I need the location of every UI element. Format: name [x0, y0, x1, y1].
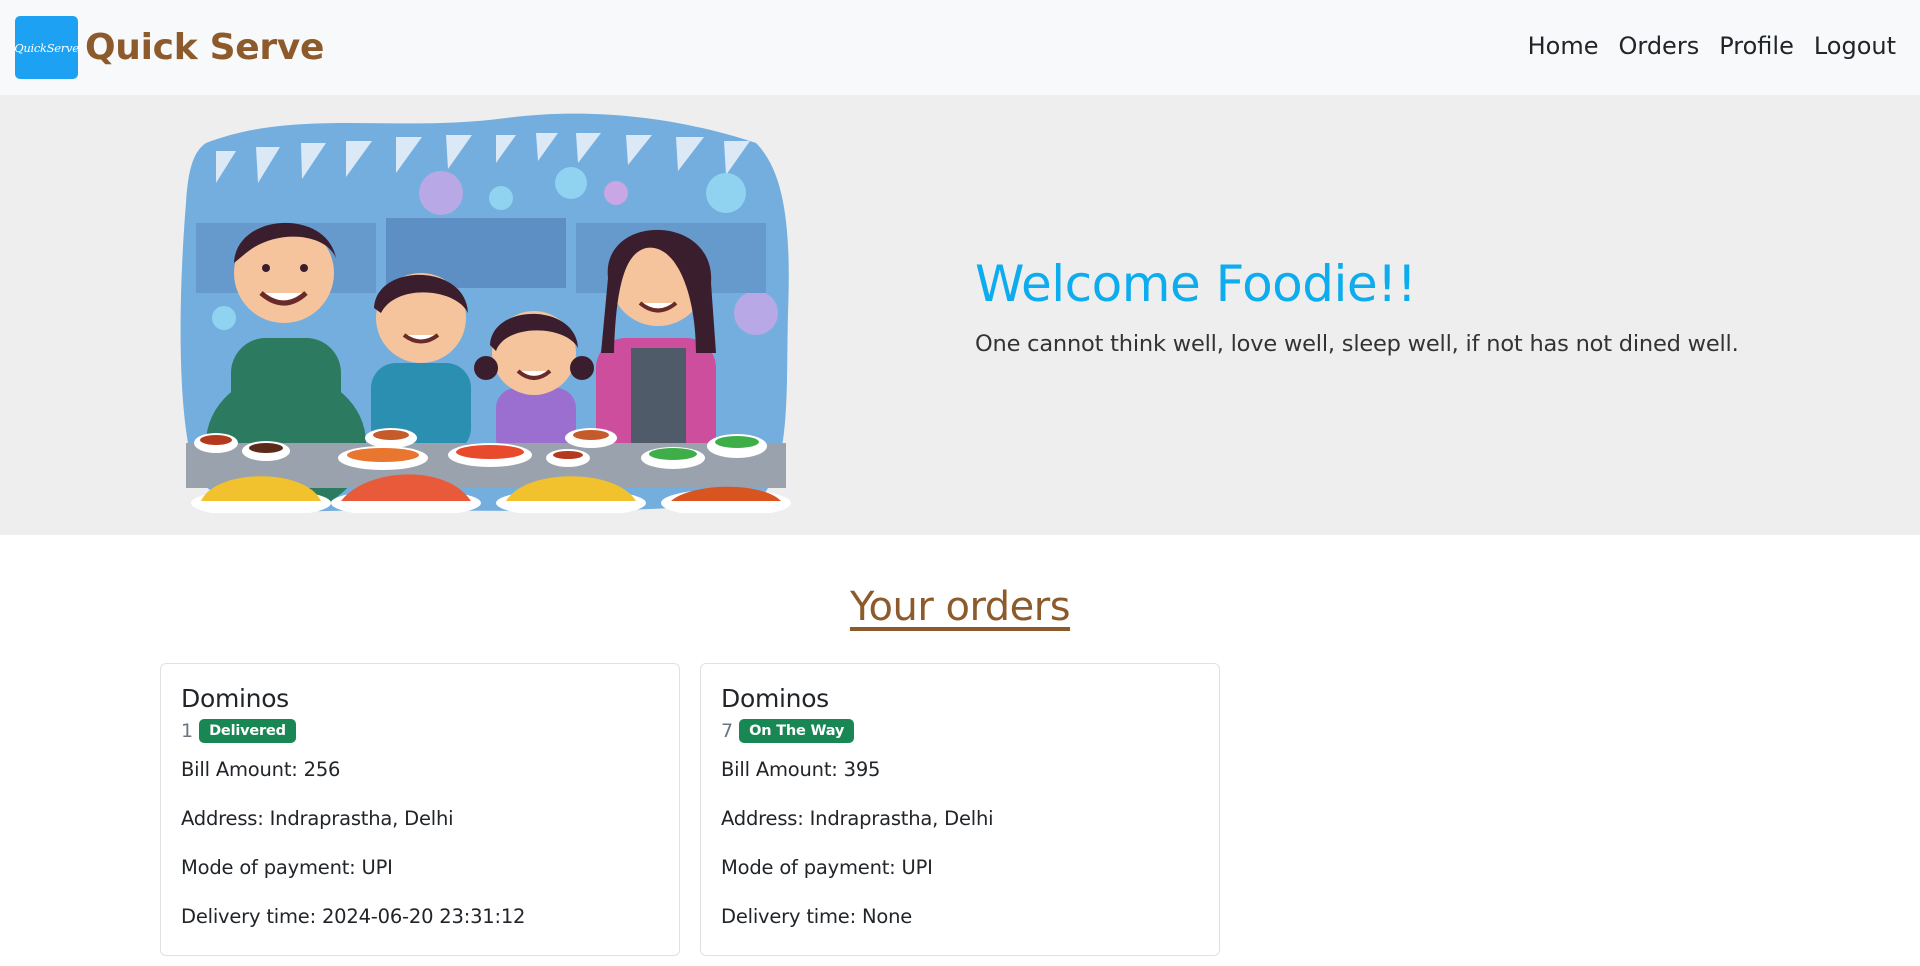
restaurant-name: Dominos: [181, 684, 289, 713]
bill-amount: Bill Amount: 256: [181, 758, 341, 781]
restaurant-name: Dominos: [721, 684, 829, 713]
hero-text: Welcome Foodie!! One cannot think well, …: [975, 255, 1895, 357]
navbar: QuickServe Quick Serve Home Orders Profi…: [0, 0, 1920, 95]
payment-mode: Mode of payment: UPI: [181, 856, 393, 879]
payment-mode: Mode of payment: UPI: [721, 856, 933, 879]
family-dining-illustration: [180, 113, 791, 513]
delivery-address: Address: Indraprastha, Delhi: [721, 807, 994, 830]
nav-link-profile[interactable]: Profile: [1719, 32, 1794, 60]
status-badge: Delivered: [199, 719, 296, 743]
nav-links: Home Orders Profile Logout: [1528, 32, 1896, 60]
brand-link[interactable]: QuickServe Quick Serve: [14, 16, 325, 79]
hero-banner: Welcome Foodie!! One cannot think well, …: [0, 95, 1920, 535]
nav-link-orders[interactable]: Orders: [1618, 32, 1699, 60]
delivery-time: Delivery time: None: [721, 905, 913, 928]
status-badge: On The Way: [739, 719, 855, 743]
order-card: Dominos 1 Delivered Bill Amount: 256 Add…: [160, 663, 680, 956]
hero-subtitle: One cannot think well, love well, sleep …: [975, 331, 1739, 357]
delivery-address: Address: Indraprastha, Delhi: [181, 807, 454, 830]
order-meta: 1 Delivered: [181, 719, 659, 743]
order-id: 7: [721, 720, 734, 742]
bill-amount: Bill Amount: 395: [721, 758, 881, 781]
nav-link-logout[interactable]: Logout: [1814, 32, 1896, 60]
hero-title: Welcome Foodie!!: [975, 255, 1417, 313]
order-id: 1: [181, 720, 194, 742]
nav-link-home[interactable]: Home: [1528, 32, 1599, 60]
brand-logo: QuickServe: [14, 16, 79, 79]
orders-heading: Your orders: [849, 584, 1071, 630]
order-meta: 7 On The Way: [721, 719, 1199, 743]
delivery-time: Delivery time: 2024-06-20 23:31:12: [181, 905, 526, 928]
brand-name: Quick Serve: [85, 27, 325, 68]
order-card: Dominos 7 On The Way Bill Amount: 395 Ad…: [700, 663, 1220, 956]
